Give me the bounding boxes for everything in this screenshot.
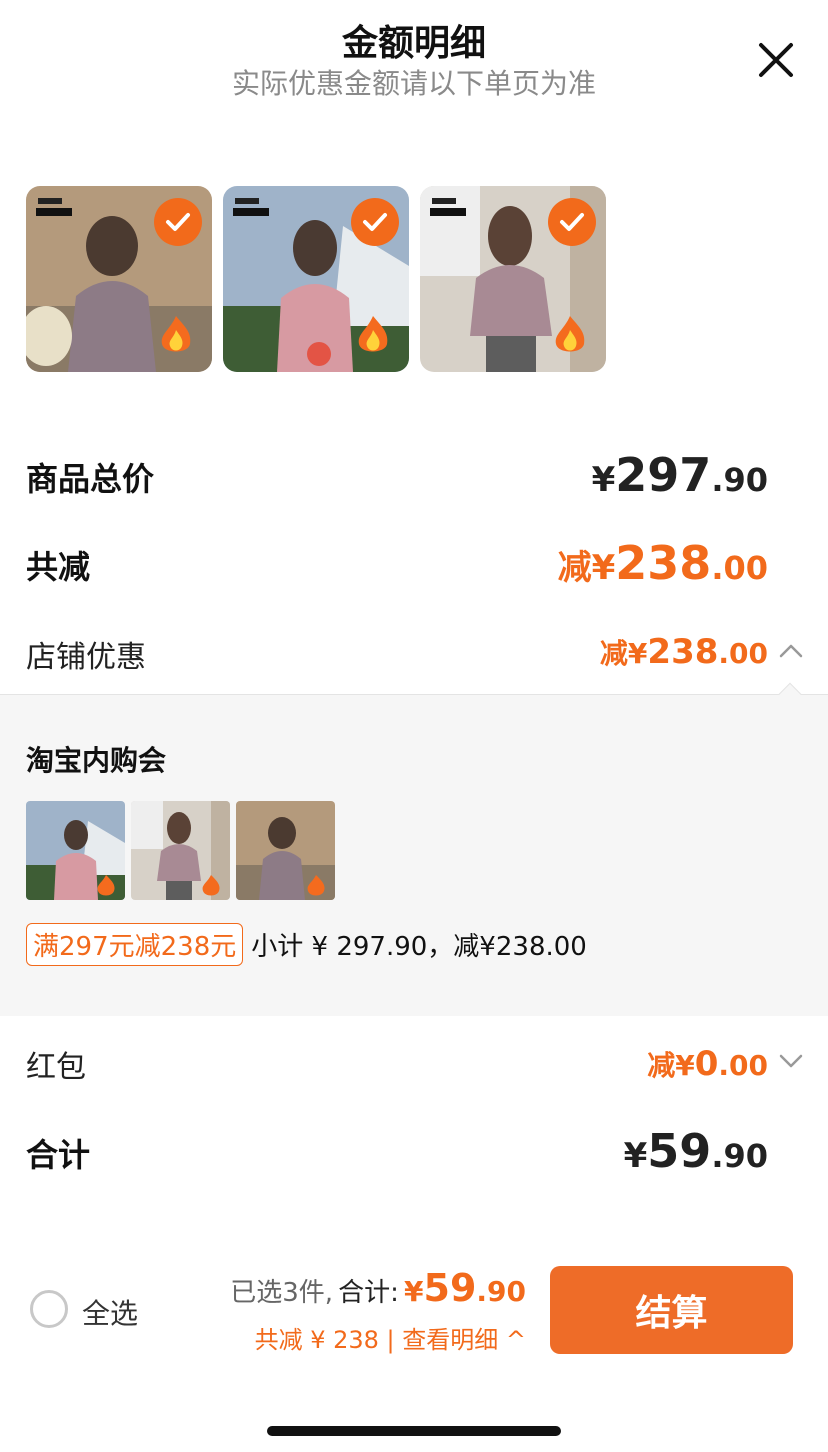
selection-summary: 已选3件, 合计: ¥59.90 (230, 1266, 526, 1310)
total-discount-label: 共减 (26, 548, 91, 586)
page-title: 金额明细 (341, 23, 486, 64)
footer-total-label: 合计: (338, 1278, 399, 1308)
product-thumbnails (26, 186, 606, 372)
selected-count: 已选3件, (230, 1278, 334, 1308)
flame-badge-icon (351, 314, 395, 358)
select-all-label[interactable]: 全选 (82, 1292, 138, 1332)
total-price-label: 商品总价 (26, 460, 155, 498)
brand-logo (34, 194, 74, 220)
brand-logo (428, 194, 468, 220)
red-packet-label: 红包 (26, 1050, 86, 1085)
promotion-detail-panel: 淘宝内购会 满297元减238元 小计 ¥ 297.90，减¥238.00 (0, 682, 828, 1016)
promotion-product-thumb[interactable] (26, 801, 125, 900)
promotion-thumbnails (26, 801, 335, 900)
panel-notch (778, 682, 802, 706)
chevron-up-icon[interactable] (778, 638, 804, 664)
footer-total-int: 59 (423, 1266, 477, 1310)
header: 金额明细 实际优惠金额请以下单页为准 (0, 0, 828, 110)
shop-discount-row[interactable]: 店铺优惠 减¥238.00 (0, 628, 828, 678)
brand-logo (231, 194, 271, 220)
checked-icon[interactable] (154, 198, 202, 246)
grand-total-row: 合计 ¥59.90 (0, 1124, 828, 1184)
grand-total-value: ¥59.90 (623, 1124, 768, 1178)
flame-badge-icon (154, 314, 198, 358)
checkout-bar: 全选 已选3件, 合计: ¥59.90 共减 ¥ 238 | 查看明细 ^ 结算 (0, 1250, 828, 1370)
product-thumb[interactable] (26, 186, 212, 372)
red-packet-value: 减¥0.00 (647, 1044, 768, 1084)
promotion-title: 淘宝内购会 (26, 744, 167, 777)
shop-discount-label: 店铺优惠 (26, 640, 146, 675)
red-packet-row[interactable]: 红包 减¥0.00 (0, 1038, 828, 1088)
footer-total-dec: .90 (476, 1275, 526, 1308)
checked-icon[interactable] (548, 198, 596, 246)
flame-badge-icon (548, 314, 592, 358)
product-thumb[interactable] (420, 186, 606, 372)
product-thumb[interactable] (223, 186, 409, 372)
grand-total-label: 合计 (26, 1136, 91, 1174)
select-all-radio[interactable] (30, 1290, 68, 1328)
page-subtitle: 实际优惠金额请以下单页为准 (231, 67, 596, 100)
total-discount-row: 共减 减¥238.00 (0, 536, 828, 596)
chevron-down-icon[interactable] (778, 1048, 804, 1074)
total-discount-value: 减¥238.00 (557, 536, 768, 590)
promotion-product-thumb[interactable] (131, 801, 230, 900)
checkout-button[interactable]: 结算 (550, 1266, 793, 1354)
shop-discount-value: 减¥238.00 (599, 632, 768, 672)
home-indicator (267, 1426, 561, 1436)
checked-icon[interactable] (351, 198, 399, 246)
promotion-product-thumb[interactable] (236, 801, 335, 900)
close-icon[interactable] (756, 40, 796, 80)
total-price-value: ¥297.90 (591, 448, 768, 502)
view-detail-link[interactable]: 共减 ¥ 238 | 查看明细 ^ (255, 1320, 526, 1355)
promotion-subtotal: 小计 ¥ 297.90，减¥238.00 (251, 932, 587, 962)
footer-currency: ¥ (404, 1275, 424, 1308)
total-price-row: 商品总价 ¥297.90 (0, 448, 828, 508)
promotion-summary: 满297元减238元 小计 ¥ 297.90，减¥238.00 (26, 923, 587, 966)
promotion-tag: 满297元减238元 (26, 923, 244, 966)
